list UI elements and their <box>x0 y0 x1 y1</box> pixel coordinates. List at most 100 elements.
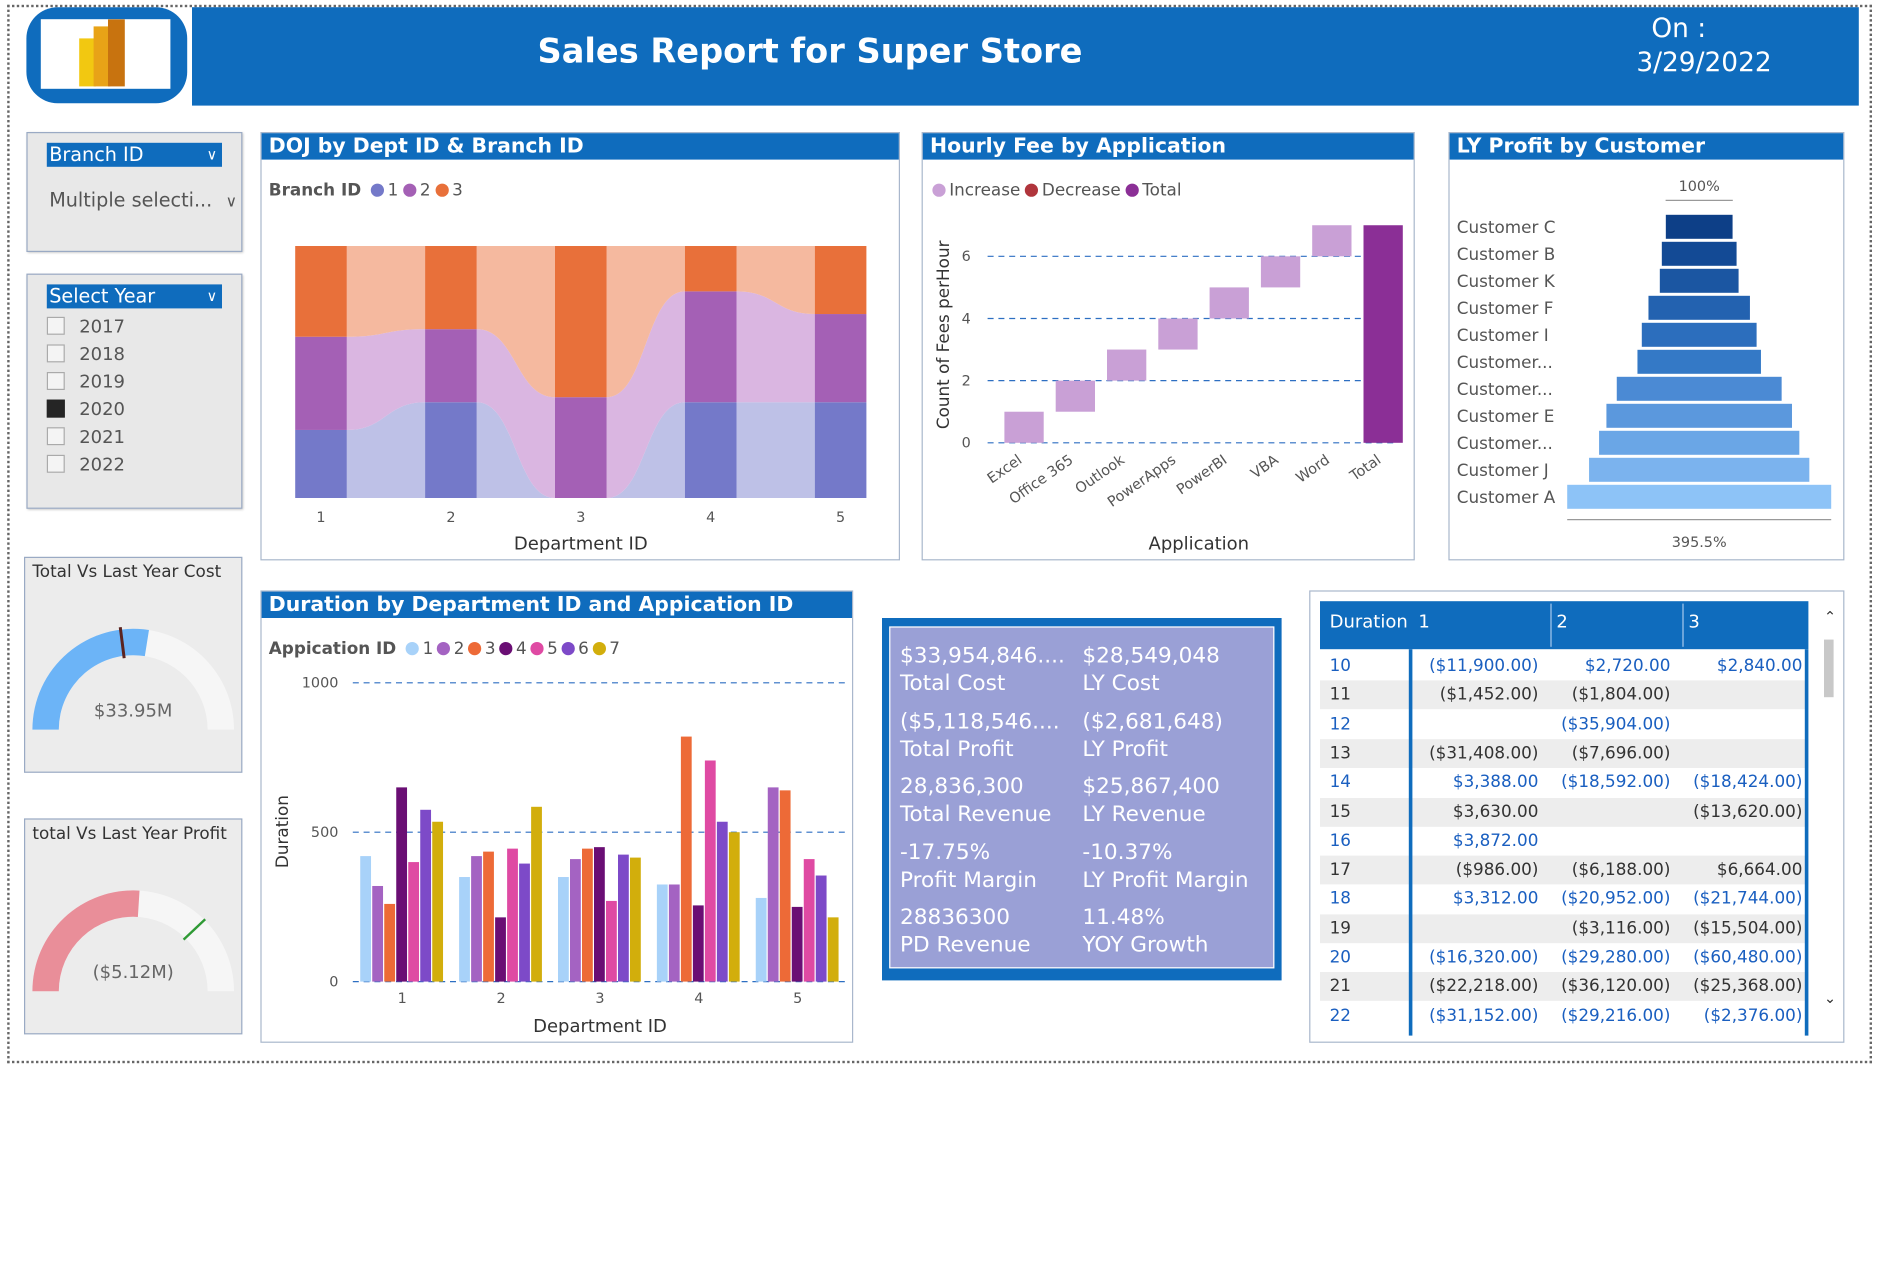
duration-bar <box>704 760 716 982</box>
duration-bar <box>779 790 791 982</box>
table-row-duration: 11 <box>1329 685 1351 705</box>
table-cell: ($3,116.00) <box>1571 918 1671 939</box>
doj-x-tick: 4 <box>706 510 715 526</box>
year-option-4[interactable]: 2021 <box>46 426 125 448</box>
duration-bar <box>767 787 779 982</box>
hourly-bar <box>1055 380 1095 412</box>
matrix-header-col-1[interactable]: 1 <box>1418 611 1429 633</box>
hourly-y-tick: 0 <box>962 436 971 452</box>
duration-bar <box>360 856 372 982</box>
branch-slicer-header[interactable]: Branch ID ∨ <box>46 142 223 167</box>
year-checkbox[interactable] <box>46 427 65 446</box>
doj-bar-segment <box>684 291 737 403</box>
table-row[interactable]: 21 ($22,218.00) ($36,120.00) ($25,368.00) <box>1320 972 1809 1002</box>
table-row[interactable]: 17 ($986.00) ($6,188.00) $6,664.00 <box>1320 855 1809 885</box>
year-option-label: 2022 <box>79 453 126 476</box>
matrix-header-col-3[interactable]: 3 <box>1688 611 1699 633</box>
doj-x-tick: 5 <box>836 510 845 526</box>
table-row[interactable]: 18 $3,312.00 ($20,952.00) ($21,744.00) <box>1320 885 1808 914</box>
kpi-grid: $33,954,846.... Total Cost $28,549,048 LY C… <box>889 626 1275 969</box>
duration-bar <box>618 854 629 982</box>
year-checkbox[interactable] <box>46 316 65 335</box>
year-checkbox[interactable] <box>46 344 65 363</box>
duration-bar <box>396 787 408 982</box>
table-row[interactable]: 20 ($16,320.00) ($29,280.00) ($60,480.00) <box>1320 943 1808 972</box>
duration-y-axis-label: Duration <box>272 795 292 868</box>
table-row-duration: 14 <box>1329 773 1351 793</box>
table-cell: $3,388.00 <box>1452 773 1539 793</box>
matrix-scrollbar-thumb[interactable] <box>1824 639 1834 698</box>
year-slicer-header[interactable]: Select Year ∨ <box>46 284 223 309</box>
table-row[interactable]: 10 ($11,900.00) $2,720.00 $2,840.00 <box>1320 652 1808 681</box>
kpi-value: ($2,681,648) <box>1082 708 1223 734</box>
doj-bar-segment <box>425 246 477 330</box>
table-row[interactable]: 15 $3,630.00 ($13,620.00) <box>1320 797 1809 827</box>
chevron-down-icon[interactable]: ∨ <box>207 284 218 308</box>
table-row[interactable]: 14 $3,388.00 ($18,592.00) ($18,424.00) <box>1320 768 1808 797</box>
ly-profit-chart: 100% Customer C Customer B Customer K Custom… <box>1457 179 1832 551</box>
funnel-category-label: Customer K <box>1457 271 1556 291</box>
chevron-down-icon[interactable]: ∨ <box>207 143 218 167</box>
doj-bar-segment <box>684 246 737 292</box>
table-row-duration: 21 <box>1329 977 1351 997</box>
doj-bar-segment <box>814 246 867 315</box>
year-slicer-title: Select Year <box>49 284 156 308</box>
table-row-duration: 17 <box>1329 860 1351 880</box>
year-checkbox[interactable] <box>46 372 65 391</box>
duration-bar <box>372 885 384 982</box>
kpi-item: ($5,118,546.... Total Profit <box>900 707 1060 762</box>
year-checkbox[interactable] <box>46 454 65 473</box>
kpi-item: $33,954,846.... Total Cost <box>900 642 1065 697</box>
matrix-header-duration[interactable]: Duration <box>1330 611 1408 633</box>
table-row[interactable]: 12 ($35,904.00) <box>1320 710 1808 739</box>
duration-bar <box>680 736 692 982</box>
table-row[interactable]: 13 ($31,408.00) ($7,696.00) <box>1320 739 1809 768</box>
year-option-5[interactable]: 2022 <box>46 453 126 476</box>
matrix-header-col-2[interactable]: 2 <box>1556 611 1567 633</box>
kpi-value: $33,954,846.... <box>900 643 1065 669</box>
kpi-label: Profit Margin <box>900 867 1037 893</box>
year-option-1[interactable]: 2018 <box>46 343 125 365</box>
table-cell: ($35,904.00) <box>1561 714 1671 734</box>
cost-gauge-value: $33.95M <box>94 700 173 721</box>
report-date: 3/29/2022 <box>1636 48 1772 78</box>
funnel-bar <box>1641 322 1757 347</box>
scroll-up-icon[interactable]: ⌃ <box>1824 608 1836 625</box>
doj-bar-segment <box>295 246 347 337</box>
profit-gauge-title: total Vs Last Year Profit <box>32 824 227 844</box>
funnel-bar <box>1665 214 1733 239</box>
table-row[interactable]: 11 ($1,452.00) ($1,804.00) <box>1320 680 1809 710</box>
table-row[interactable]: 19 ($3,116.00) ($15,504.00) <box>1320 914 1809 943</box>
hourly-bar <box>1363 225 1403 443</box>
cost-gauge-title: Total Vs Last Year Cost <box>32 562 222 582</box>
year-checkbox[interactable] <box>46 399 65 418</box>
table-cell: ($6,188.00) <box>1571 860 1671 880</box>
doj-x-tick: 2 <box>446 510 455 526</box>
year-option-2[interactable]: 2019 <box>46 371 125 392</box>
kpi-item: $25,867,400 LY Revenue <box>1082 773 1219 828</box>
doj-bar-segment <box>684 402 737 499</box>
branch-dropdown[interactable]: Multiple selecti... ∨ <box>49 188 237 211</box>
doj-x-tick: 1 <box>316 510 325 526</box>
ly-profit-panel: LY Profit by Customer 100% Customer C Cust… <box>1448 132 1845 561</box>
funnel-bar <box>1606 403 1792 428</box>
funnel-bar <box>1648 295 1750 320</box>
table-cell: $2,720.00 <box>1584 656 1671 676</box>
table-row[interactable]: 22 ($31,152.00) ($29,216.00) ($2,376.00) <box>1320 1002 1808 1031</box>
hourly-x-tick: Word <box>1293 452 1332 486</box>
report-title: Sales Report for Super Store <box>537 31 1083 71</box>
matrix-right-border <box>1804 649 1809 1036</box>
powerbi-logo-icon <box>40 19 171 89</box>
kpi-label: PD Revenue <box>900 932 1031 958</box>
year-option-3[interactable]: 2020 <box>46 398 125 420</box>
duration-bar <box>716 821 728 982</box>
chevron-down-icon[interactable]: ∨ <box>226 193 237 211</box>
branch-slicer: Branch ID ∨ Multiple selecti... ∨ <box>26 132 243 253</box>
doj-bar-segment <box>425 402 477 499</box>
year-option-0[interactable]: 2017 <box>46 316 125 337</box>
hourly-bar <box>1209 287 1249 319</box>
table-row[interactable]: 16 $3,872.00 <box>1320 827 1808 856</box>
funnel-category-label: Customer J <box>1457 460 1549 480</box>
scroll-down-icon[interactable]: ⌄ <box>1824 990 1836 1007</box>
profit-gauge: ($5.12M) <box>32 890 235 992</box>
